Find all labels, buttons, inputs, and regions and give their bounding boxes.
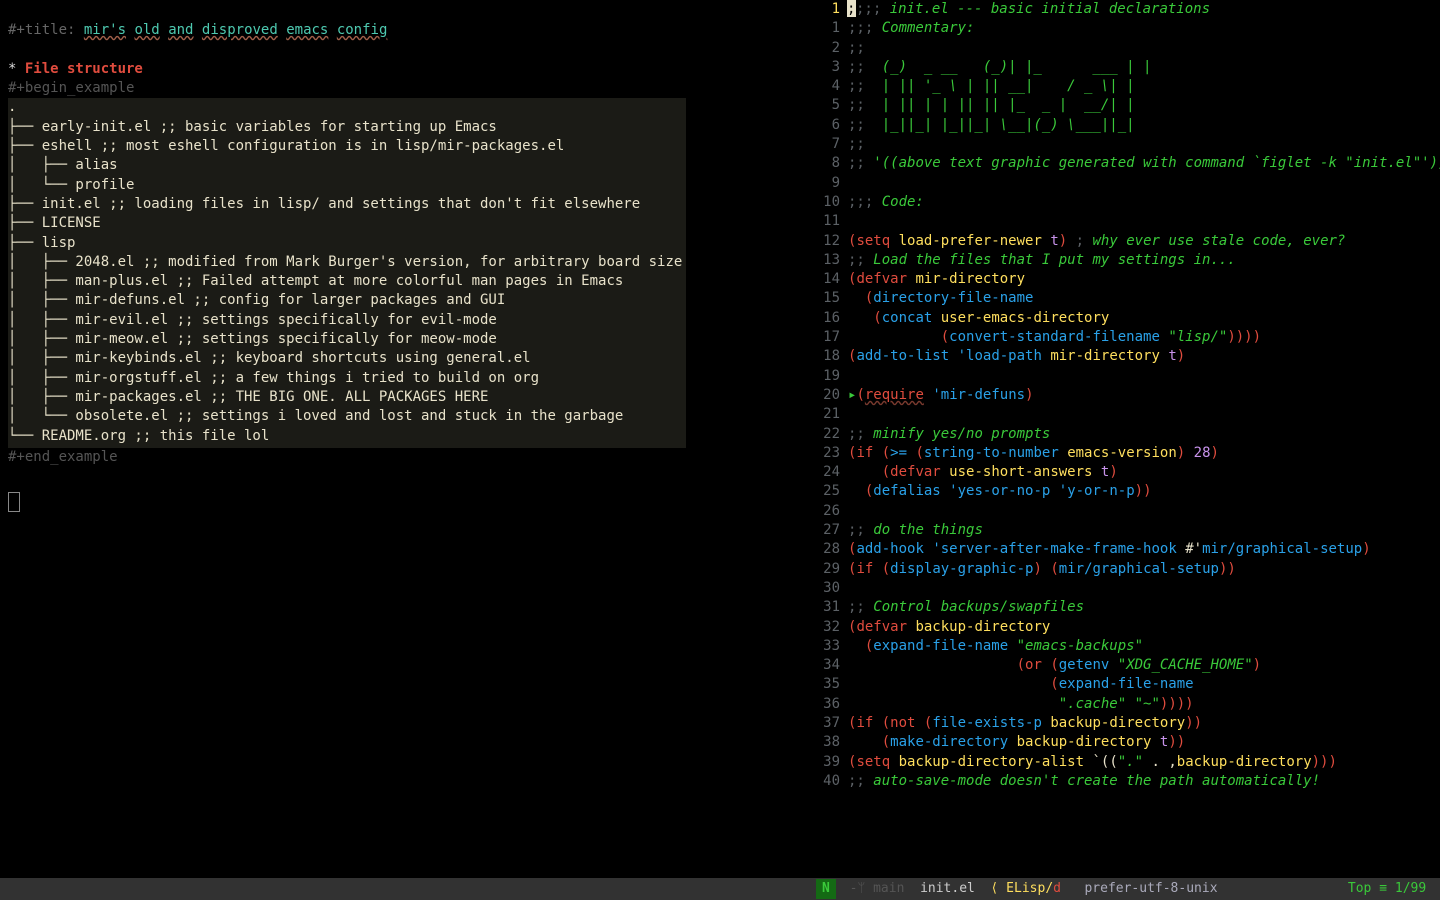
org-end-example: #+end_example — [8, 449, 118, 465]
file-tree-example: . ├── early-init.el ;; basic variables f… — [8, 98, 686, 447]
org-title-key: #+title: — [8, 22, 84, 38]
modeline-evil-state: N — [816, 879, 836, 898]
modeline-left — [0, 878, 810, 900]
right-buffer[interactable]: 1;;;; init.el --- basic initial declarat… — [810, 0, 1440, 878]
modeline-row: N -ᛘ main init.el ⟨ ELisp/d prefer-utf-8… — [0, 878, 1440, 900]
modeline-position: Top ≡ 1/99 — [1340, 879, 1434, 898]
org-heading: * File structure — [8, 61, 143, 77]
modeline-branch: -ᛘ main — [842, 879, 912, 898]
modeline-filename: init.el — [912, 879, 982, 898]
org-begin-example: #+begin_example — [8, 80, 134, 96]
org-title: mir's old and disproved emacs config — [84, 22, 388, 38]
modeline-right: N -ᛘ main init.el ⟨ ELisp/d prefer-utf-8… — [810, 878, 1440, 900]
modeline-encoding: prefer-utf-8-unix — [1061, 879, 1225, 898]
modeline-mode: ⟨ ELisp/d — [983, 879, 1061, 898]
left-buffer[interactable]: #+title: mir's old and disproved emacs c… — [0, 0, 810, 878]
cursor-left — [8, 492, 20, 512]
code-listing: 1;;;; init.el --- basic initial declarat… — [810, 0, 1440, 791]
